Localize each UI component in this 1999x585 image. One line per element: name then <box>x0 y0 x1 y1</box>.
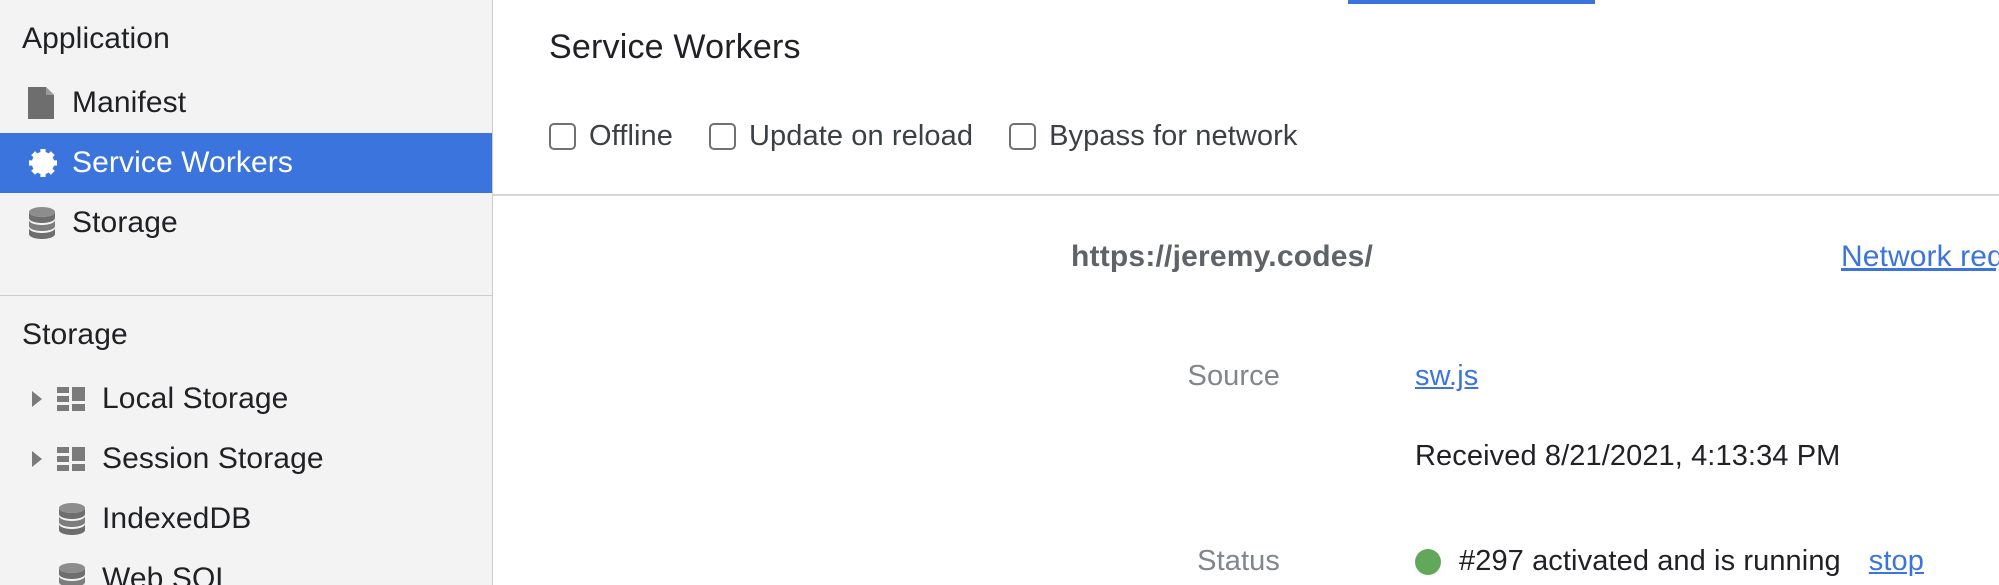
checkbox-bypass-for-network[interactable]: Bypass for network <box>1009 120 1297 153</box>
received-timestamp: Received 8/21/2021, 4:13:34 PM <box>1415 440 1841 472</box>
sidebar-item-local-storage[interactable]: Local Storage <box>0 369 492 429</box>
sidebar-item-label: Storage <box>72 206 178 239</box>
status-text: #297 activated and is running <box>1459 545 1841 577</box>
sidebar-item-storage[interactable]: Storage <box>0 193 492 253</box>
chevron-right-icon[interactable] <box>22 390 52 408</box>
sidebar-section-application: Application Manifest Service Workers Sto… <box>0 0 492 253</box>
network-requests-link[interactable]: Network requests <box>1841 240 1999 274</box>
table-icon <box>52 386 96 412</box>
sidebar-item-indexeddb[interactable]: IndexedDB <box>0 489 492 549</box>
page-title: Service Workers <box>549 28 801 66</box>
database-icon <box>22 206 66 240</box>
source-label: Source <box>1187 360 1280 392</box>
sidebar-item-service-workers[interactable]: Service Workers <box>0 133 492 193</box>
table-icon <box>52 446 96 472</box>
sidebar-item-label: Manifest <box>72 86 187 119</box>
sidebar-item-label: Service Workers <box>72 146 293 179</box>
main-panel: Service Workers Offline Update on reload… <box>493 0 1999 585</box>
service-worker-registration-header: https://jeremy.codes/ Network requests U… <box>493 240 1999 285</box>
registration-actions: Network requests Update Unregister <box>1841 240 1999 274</box>
status-running-dot-icon <box>1415 548 1441 575</box>
checkbox-update-on-reload[interactable]: Update on reload <box>709 120 973 153</box>
checkbox-label: Bypass for network <box>1049 120 1298 152</box>
source-value: sw.js <box>1415 360 1478 393</box>
source-file-link[interactable]: sw.js <box>1415 360 1478 393</box>
stop-link[interactable]: stop <box>1869 545 1924 578</box>
sidebar-section-title-application: Application <box>22 22 170 55</box>
checkbox-offline[interactable]: Offline <box>549 120 673 153</box>
database-icon <box>52 562 96 585</box>
sidebar-section-storage: Storage Local Storage Session Storage In… <box>0 296 492 585</box>
service-worker-options: Offline Update on reload Bypass for netw… <box>549 120 1334 153</box>
active-tab-indicator <box>1348 0 1595 4</box>
sidebar-item-label: Local Storage <box>102 382 289 415</box>
document-icon <box>22 85 66 121</box>
sidebar-item-label: Web SQL <box>102 562 233 585</box>
sidebar-item-session-storage[interactable]: Session Storage <box>0 429 492 489</box>
checkbox-label: Update on reload <box>749 120 974 152</box>
header-divider <box>493 194 1999 196</box>
checkbox-label: Offline <box>589 120 673 152</box>
status-label: Status <box>1197 545 1280 577</box>
sidebar-item-manifest[interactable]: Manifest <box>0 73 492 133</box>
sidebar-section-title-storage: Storage <box>22 318 128 351</box>
chevron-right-icon[interactable] <box>22 450 52 468</box>
registration-scope-url: https://jeremy.codes/ <box>1071 240 1374 273</box>
gear-icon <box>22 146 66 180</box>
database-icon <box>52 502 96 536</box>
checkbox-box-icon[interactable] <box>709 123 736 150</box>
sidebar-item-web-sql[interactable]: Web SQL <box>0 549 492 585</box>
checkbox-box-icon[interactable] <box>1009 123 1037 150</box>
status-value: #297 activated and is running stop <box>1415 545 1924 578</box>
checkbox-box-icon[interactable] <box>549 123 576 150</box>
devtools-application-panel: Application Manifest Service Workers Sto… <box>0 0 1999 585</box>
sidebar-item-label: Session Storage <box>102 442 324 475</box>
sidebar: Application Manifest Service Workers Sto… <box>0 0 493 585</box>
sidebar-item-label: IndexedDB <box>102 502 252 535</box>
